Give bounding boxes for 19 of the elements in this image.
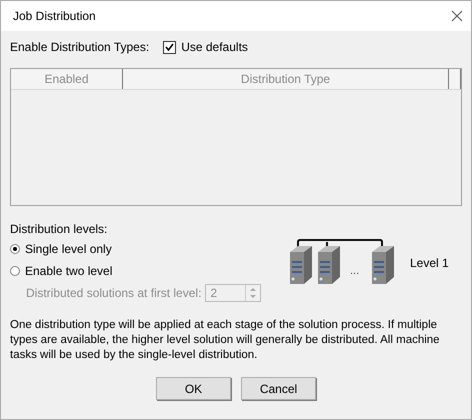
level-label: Level 1: [410, 256, 449, 270]
ellipsis-text: ...: [350, 265, 360, 277]
window-title: Job Distribution: [13, 9, 96, 23]
field-label: Distributed solutions at first level:: [26, 286, 202, 300]
dialog-button[interactable]: OK: [156, 377, 231, 400]
server-icon: [318, 246, 340, 284]
server-icon: [372, 246, 394, 284]
dialog-button[interactable]: Cancel: [241, 377, 316, 400]
checkbox-label[interactable]: Use defaults: [181, 40, 248, 54]
field-label: Enable Distribution Types:: [10, 40, 150, 54]
radio-button[interactable]: [10, 244, 20, 254]
close-icon[interactable]: [451, 10, 463, 22]
radio-label[interactable]: Enable two level: [25, 264, 112, 278]
description-text: One distribution type will be applied at each stage of the solution process. If multiple types are available, the higher level solution will generally be distributed. All machine tasks will be used by the single-level distribution.: [10, 318, 441, 363]
radio-button[interactable]: [10, 266, 20, 276]
server-icon: [290, 246, 312, 284]
section-label: Distribution levels:: [10, 222, 108, 238]
radio-label[interactable]: Single level only: [25, 242, 112, 256]
checkbox[interactable]: [163, 40, 176, 54]
